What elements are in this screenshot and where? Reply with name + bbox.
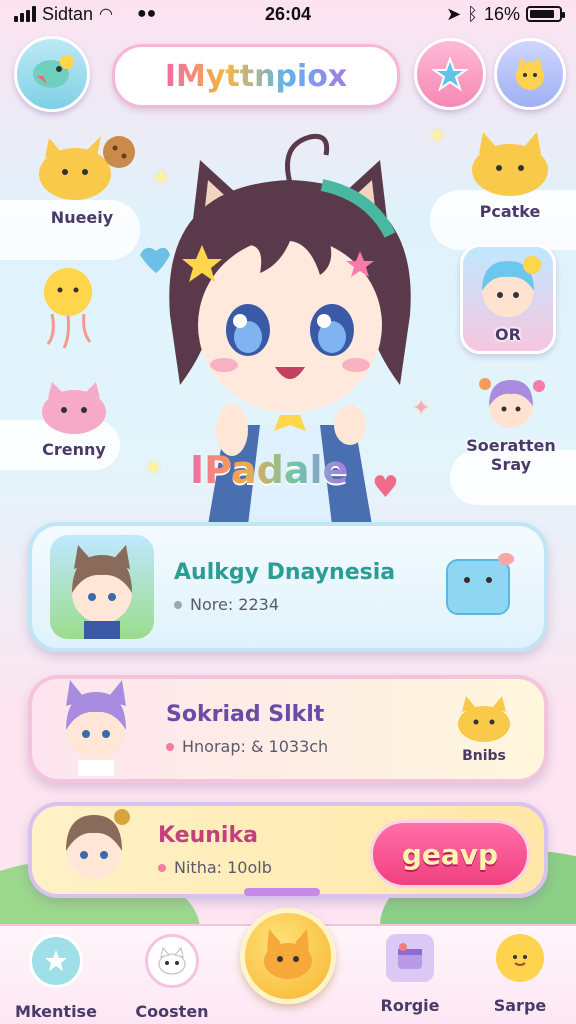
cat-home-icon: [264, 929, 312, 979]
pet-button[interactable]: [494, 38, 566, 110]
blue-hair-chibi-icon: [482, 256, 541, 317]
app-screen: ✦ ✦ ✦ ✦ Sidtan ◠ ●● 26:04 ➤ ᛒ 16% IMyttn…: [0, 0, 576, 1024]
side-item-left-1[interactable]: Nueeiy: [22, 130, 142, 227]
side-item-label: Soeratten Sray: [466, 436, 556, 474]
side-item-right-1[interactable]: Pcatke: [458, 128, 562, 221]
star-icon: [432, 56, 468, 92]
pin-icon: [174, 600, 182, 609]
side-item-label: Pcatke: [479, 202, 541, 221]
nav-item-mkentise[interactable]: Mkentise: [6, 934, 106, 1021]
bird-chat-icon: [33, 55, 74, 88]
character-card[interactable]: Keunika Nitha: 10olb geavp: [28, 802, 548, 898]
side-item-right-2[interactable]: OR: [460, 244, 556, 354]
avatar: [50, 535, 154, 639]
side-item-label: Nueeiy: [50, 208, 114, 227]
character-card[interactable]: Aulkgy Dnaynesia Nore: 2234: [28, 522, 548, 652]
play-button[interactable]: geavp: [370, 820, 530, 888]
calendar-box-icon: [386, 934, 434, 982]
nav-item-rorgie[interactable]: Rorgie: [360, 934, 460, 1015]
nav-item-sarpe[interactable]: Sarpe: [470, 934, 570, 1015]
side-item-label: OR: [495, 325, 521, 344]
yellow-cat-icon: [472, 132, 548, 196]
cat-face-icon: [516, 57, 544, 90]
avatar: [48, 676, 144, 776]
avatar: [48, 799, 140, 895]
cat-cookie-icon: [39, 136, 135, 200]
cat-emoji-icon: [496, 934, 544, 982]
battery-percent: 16%: [483, 3, 520, 24]
nav-label: Coosten: [135, 1002, 209, 1021]
battery-icon: [526, 6, 565, 22]
pin-icon: [158, 863, 166, 872]
brown-hair-chibi-icon: [66, 809, 130, 879]
card-meta-text: Hnorap: & 1033ch: [182, 737, 329, 756]
nav-label: Mkentise: [15, 1002, 97, 1021]
brown-hair-chibi-icon: [72, 545, 132, 639]
nav-item-coosten[interactable]: Coosten: [122, 934, 222, 1021]
yellow-cat-icon: [458, 696, 510, 742]
bluetooth-icon: ᛒ: [467, 3, 478, 24]
side-item-left-2[interactable]: [28, 258, 108, 354]
app-logo: IMyttnpiox: [112, 44, 400, 108]
card-side-button[interactable]: Bnibs: [444, 694, 524, 764]
character-card[interactable]: Sokriad Slklt Hnorap: & 1033ch Bnibs: [28, 675, 548, 783]
card-title: Aulkgy Dnaynesia: [174, 560, 396, 585]
side-item-left-3[interactable]: Crenny: [26, 380, 122, 459]
purple-hair-chibi-icon: [66, 680, 126, 776]
nav-label: Sarpe: [493, 996, 547, 1015]
card-meta-text: Nore: 2234: [190, 595, 280, 614]
page-indicator: [244, 888, 320, 896]
sun-jellyfish-icon: [44, 268, 92, 349]
pin-icon: [166, 742, 174, 751]
card-meta: Nore: 2234: [174, 595, 446, 614]
home-button[interactable]: [240, 908, 336, 1004]
card-side-label: Bnibs: [462, 748, 506, 764]
bottom-nav: Mkentise Coosten Rorgie Sarpe: [0, 908, 576, 1024]
side-item-right-3[interactable]: Soeratten Sray: [456, 372, 566, 474]
card-meta-text: Nitha: 10olb: [174, 858, 272, 877]
blue-box-pet-icon[interactable]: [446, 553, 514, 615]
card-title: Sokriad Slklt: [166, 702, 325, 727]
side-item-label: Crenny: [42, 440, 106, 459]
location-icon: ➤: [446, 3, 462, 24]
heart-icon: ♥: [372, 470, 399, 505]
nav-label: Rorgie: [380, 996, 440, 1015]
status-bar: Sidtan ◠ ●● 26:04 ➤ ᛒ 16%: [0, 0, 576, 28]
pink-cat-icon: [42, 382, 106, 434]
white-cat-icon: [145, 934, 199, 988]
hero-name: IPadale: [190, 448, 349, 492]
logo-text: IMyttnpiox: [164, 58, 348, 94]
menu-button[interactable]: [14, 36, 90, 112]
card-meta: Hnorap: & 1033ch: [166, 737, 444, 756]
star-button[interactable]: [414, 38, 486, 110]
purple-hair-chibi-icon: [479, 378, 545, 428]
star-bubble-icon: [29, 934, 83, 988]
